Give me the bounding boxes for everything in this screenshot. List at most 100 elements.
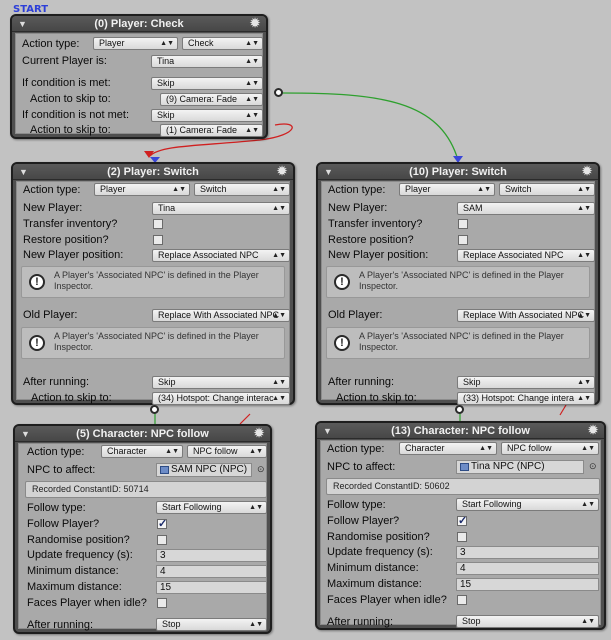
old-player-dropdown[interactable]: Replace With Associated NPC ▲▼ [152,309,290,322]
randomise-position-checkbox[interactable] [157,535,167,545]
action-type-dropdown[interactable]: Character ▲▼ [101,445,183,458]
randomise-position-checkbox[interactable] [457,532,467,542]
gear-icon[interactable]: ✹ [588,422,598,438]
update-frequency-input[interactable]: 3 [156,549,267,562]
skip-to-dropdown-1[interactable]: (9) Camera: Fade ▲▼ [160,93,263,106]
node-body: Action type: Character ▲▼ NPC follow ▲▼ NP… [18,443,267,631]
new-player-position-dropdown[interactable]: Replace Associated NPC ▲▼ [457,249,595,262]
skip-to-dropdown[interactable]: (33) Hotspot: Change intera ▲▼ [457,392,595,405]
npc-object-field[interactable]: Tina NPC (NPC) [456,460,584,474]
collapse-triangle-icon[interactable]: ▼ [18,16,27,32]
after-running-dropdown[interactable]: Stop ▲▼ [456,615,599,628]
restore-position-checkbox[interactable] [153,235,163,245]
gear-icon[interactable]: ✹ [582,163,592,179]
minimum-distance-input[interactable]: 4 [156,565,267,578]
update-frequency-input[interactable]: 3 [456,546,599,559]
object-picker-icon[interactable]: ⊙ [257,464,265,475]
skip-to-dropdown[interactable]: (34) Hotspot: Change interac ▲▼ [152,392,290,405]
node-title: (5) Character: NPC follow [76,428,209,440]
follow-player-label: Follow Player? [327,515,400,527]
node-player-switch-2[interactable]: ▼ (2) Player: Switch ✹ Action type: Play… [11,162,295,405]
action-subtype-dropdown[interactable]: Switch ▲▼ [499,183,595,196]
restore-position-checkbox[interactable] [458,235,468,245]
restore-position-label: Restore position? [328,234,414,246]
action-type-label: Action type: [27,446,85,458]
after-running-dropdown[interactable]: Stop ▲▼ [156,618,267,631]
follow-type-dropdown[interactable]: Start Following ▲▼ [156,501,267,514]
update-frequency-label: Update frequency (s): [27,549,133,561]
node-title-bar[interactable]: ▼ (0) Player: Check ✹ [12,16,266,32]
skip-to-dropdown-2[interactable]: (1) Camera: Fade ▲▼ [160,124,263,137]
collapse-triangle-icon[interactable]: ▼ [324,164,333,180]
node-title: (10) Player: Switch [409,166,507,178]
update-frequency-label: Update frequency (s): [327,546,433,558]
collapse-triangle-icon[interactable]: ▼ [21,426,30,442]
maximum-distance-input[interactable]: 15 [456,578,599,591]
faces-player-checkbox[interactable] [157,598,167,608]
minimum-distance-input[interactable]: 4 [456,562,599,575]
after-running-label: After running: [27,619,94,631]
recorded-constant-id: Recorded ConstantID: 50714 [25,481,267,498]
gear-icon[interactable]: ✹ [250,15,260,31]
new-player-position-dropdown[interactable]: Replace Associated NPC ▲▼ [152,249,290,262]
maximum-distance-input[interactable]: 15 [156,581,267,594]
info-icon: ! [29,274,45,290]
old-player-dropdown[interactable]: Replace With Associated NPC ▲▼ [457,309,595,322]
info-box: ! A Player's 'Associated NPC' is defined… [21,266,285,298]
action-type-dropdown[interactable]: Character ▲▼ [399,442,497,455]
output-socket[interactable] [150,405,159,414]
follow-player-checkbox[interactable]: ✓ [157,518,168,530]
node-title-bar[interactable]: ▼ (5) Character: NPC follow ✹ [15,426,270,442]
action-type-label: Action type: [327,443,385,455]
node-npc-follow-5[interactable]: ▼ (5) Character: NPC follow ✹ Action typ… [13,424,272,634]
action-subtype-dropdown[interactable]: Check ▲▼ [182,37,263,50]
old-player-label: Old Player: [328,309,383,321]
action-subtype-dropdown[interactable]: NPC follow ▲▼ [501,442,599,455]
new-player-dropdown[interactable]: Tina ▲▼ [152,202,290,215]
action-type-dropdown[interactable]: Player ▲▼ [94,183,190,196]
new-player-dropdown[interactable]: SAM ▲▼ [457,202,595,215]
action-type-label: Action type: [23,184,81,196]
transfer-inventory-checkbox[interactable] [458,219,468,229]
if-met-label: If condition is met: [22,77,111,89]
gear-icon[interactable]: ✹ [277,163,287,179]
gear-icon[interactable]: ✹ [254,425,264,441]
node-body: Action type: Player ▲▼ Switch ▲▼ New Playe… [321,181,595,405]
faces-player-label: Faces Player when idle? [27,597,147,609]
action-subtype-dropdown[interactable]: NPC follow ▲▼ [187,445,267,458]
node-title-bar[interactable]: ▼ (13) Character: NPC follow ✹ [317,423,604,439]
after-running-label: After running: [328,376,395,388]
node-player-check[interactable]: ▼ (0) Player: Check ✹ Action type: Playe… [10,14,268,139]
info-box: ! A Player's 'Associated NPC' is defined… [21,327,285,359]
node-title-bar[interactable]: ▼ (10) Player: Switch ✹ [318,164,598,180]
action-subtype-dropdown[interactable]: Switch ▲▼ [194,183,290,196]
node-title-bar[interactable]: ▼ (2) Player: Switch ✹ [13,164,293,180]
new-player-position-label: New Player position: [328,249,429,261]
collapse-triangle-icon[interactable]: ▼ [19,164,28,180]
node-player-switch-10[interactable]: ▼ (10) Player: Switch ✹ Action type: Pla… [316,162,600,405]
if-not-met-dropdown[interactable]: Skip ▲▼ [151,109,263,122]
output-socket[interactable] [274,88,283,97]
recorded-constant-id: Recorded ConstantID: 50602 [326,478,600,495]
maximum-distance-label: Maximum distance: [27,581,122,593]
faces-player-checkbox[interactable] [457,595,467,605]
after-running-dropdown[interactable]: Skip ▲▼ [457,376,595,389]
collapse-triangle-icon[interactable]: ▼ [323,423,332,439]
current-player-dropdown[interactable]: Tina ▲▼ [151,55,263,68]
object-picker-icon[interactable]: ⊙ [589,461,597,472]
randomise-position-label: Randomise position? [27,534,130,546]
info-box: ! A Player's 'Associated NPC' is defined… [326,327,590,359]
npc-object-field[interactable]: SAM NPC (NPC) [156,463,252,477]
if-met-dropdown[interactable]: Skip ▲▼ [151,77,263,90]
action-type-dropdown[interactable]: Player ▲▼ [93,37,178,50]
after-running-dropdown[interactable]: Skip ▲▼ [152,376,290,389]
checkmark-icon: ✓ [158,518,168,530]
action-type-dropdown[interactable]: Player ▲▼ [399,183,495,196]
node-npc-follow-13[interactable]: ▼ (13) Character: NPC follow ✹ Action ty… [315,421,606,630]
output-socket[interactable] [455,405,464,414]
follow-type-dropdown[interactable]: Start Following ▲▼ [456,498,599,511]
follow-player-checkbox[interactable]: ✓ [457,515,467,527]
transfer-inventory-checkbox[interactable] [153,219,163,229]
node-title: (2) Player: Switch [107,166,199,178]
info-text: A Player's 'Associated NPC' is defined i… [359,331,564,352]
